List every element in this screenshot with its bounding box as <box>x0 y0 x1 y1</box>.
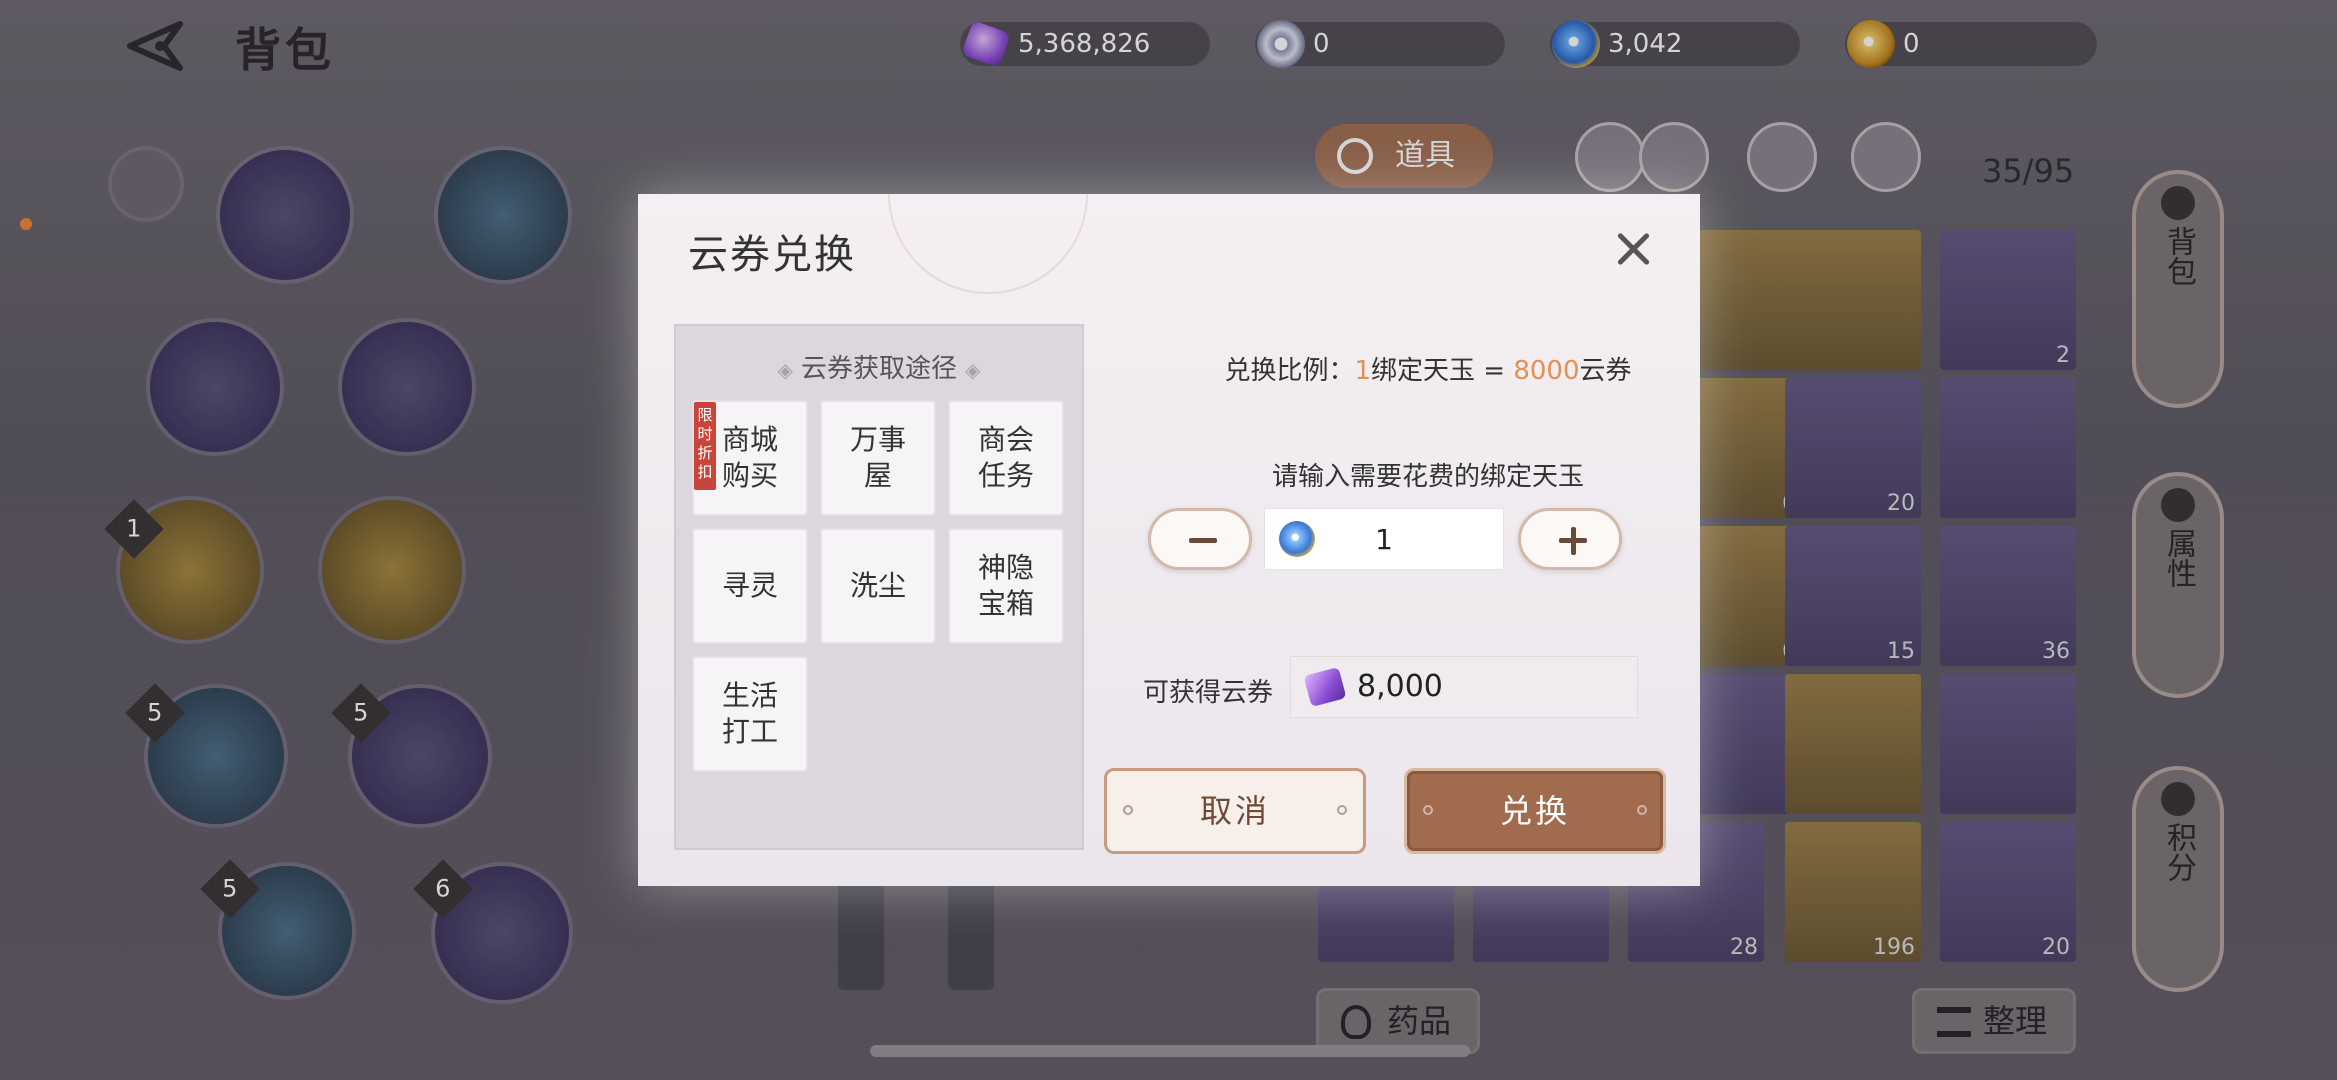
obtain-label: 可获得云券 <box>1143 678 1274 708</box>
source-life-work[interactable]: 生活打工 <box>692 656 808 772</box>
dialog-title: 云券兑换 <box>688 232 856 278</box>
sources-panel: ◈ 云券获取途径 ◈ 限时折扣 商城购买 万事屋 商会任务 寻灵 洗尘 神隐宝箱 生… <box>674 324 1084 850</box>
source-dust-cleansing[interactable]: 洗尘 <box>820 528 936 644</box>
close-icon[interactable] <box>1608 224 1658 274</box>
decorative-fan <box>888 194 1088 294</box>
sources-header: ◈ 云券获取途径 ◈ <box>777 354 981 384</box>
exchange-ratio: 兑换比例：1绑定天玉 = 8000云券 <box>1224 356 1632 386</box>
decrease-button[interactable] <box>1148 508 1252 570</box>
cancel-button[interactable]: 取消 <box>1104 768 1366 854</box>
limited-discount-badge: 限时折扣 <box>694 402 716 490</box>
bound-jade-icon <box>1279 521 1315 557</box>
source-spirit-search[interactable]: 寻灵 <box>692 528 808 644</box>
source-guild-tasks[interactable]: 商会任务 <box>948 400 1064 516</box>
increase-button[interactable] <box>1518 508 1622 570</box>
obtain-value-field: 8,000 <box>1290 656 1638 718</box>
source-hidden-chest[interactable]: 神隐宝箱 <box>948 528 1064 644</box>
exchange-button[interactable]: 兑换 <box>1404 768 1666 854</box>
cloud-ticket-exchange-dialog: 云券兑换 ◈ 云券获取途径 ◈ 限时折扣 商城购买 万事屋 商会任务 寻灵 洗尘 神… <box>638 194 1700 886</box>
input-prompt: 请输入需要花费的绑定天玉 <box>1271 462 1584 492</box>
purple-cloud-ticket-icon <box>1303 666 1347 708</box>
diamond-icon: ◈ <box>777 358 793 382</box>
diamond-icon: ◈ <box>965 358 981 382</box>
quantity-input[interactable]: 1 <box>1264 508 1504 570</box>
source-wanshi-house[interactable]: 万事屋 <box>820 400 936 516</box>
source-mall-purchase[interactable]: 限时折扣 商城购买 <box>692 400 808 516</box>
minus-icon <box>1189 538 1217 543</box>
